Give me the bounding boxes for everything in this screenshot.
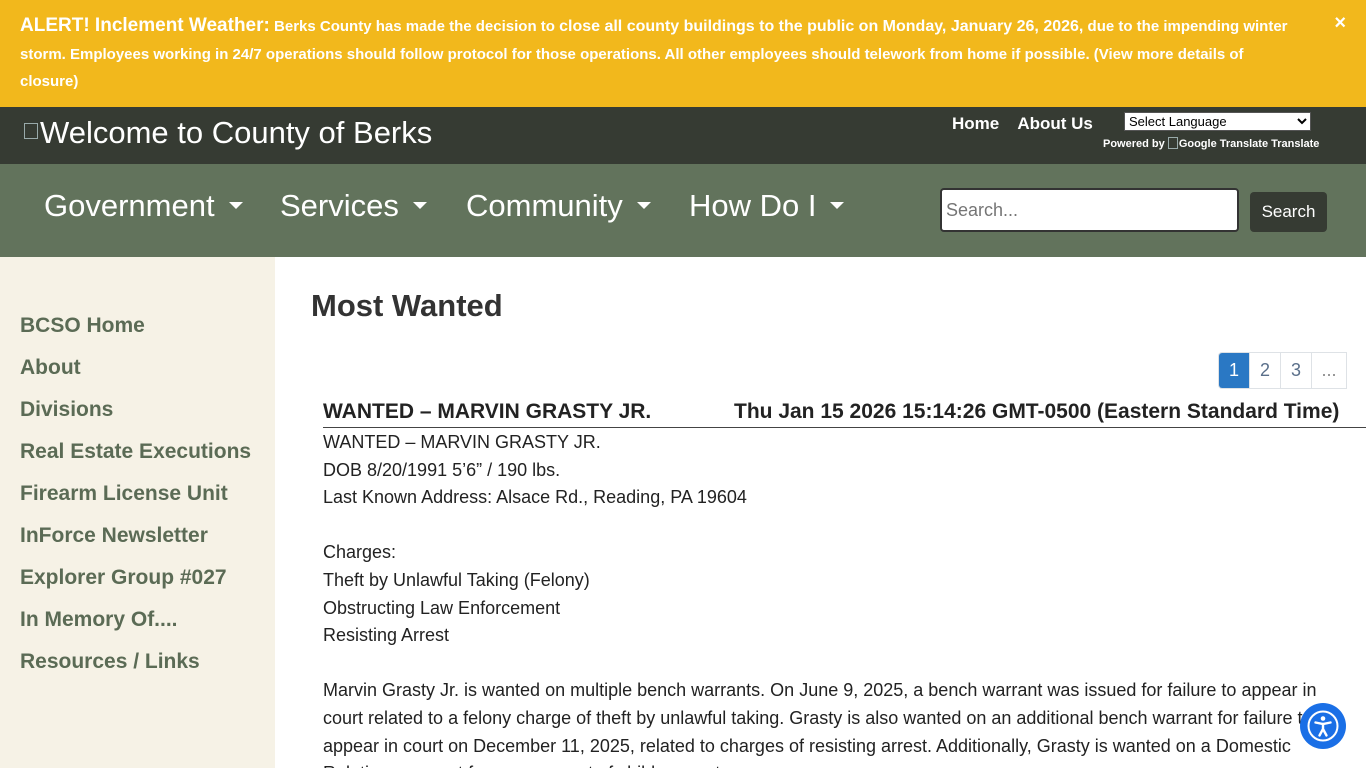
page-button-1[interactable]: 1 [1219,353,1250,388]
nav-item-how-do-i[interactable]: How Do I [689,188,845,224]
language-select[interactable]: Select Language [1124,112,1311,131]
accessibility-button[interactable] [1300,703,1346,749]
google-alt-text: Google Translate [1178,138,1269,150]
sidebar-item-explorer-group[interactable]: Explorer Group #027 [20,566,227,590]
alert-text-part1: Berks County has made the decision to [269,18,560,35]
main-content: Most Wanted 1 2 3 ... WANTED – MARVIN GR… [275,257,1366,768]
post-body: WANTED – MARVIN GRASTY JR. DOB 8/20/1991… [323,429,1353,768]
charges-label: Charges: [323,542,397,563]
logo-alt-text: Welcome to County of Berks [40,115,433,150]
nav-item-community[interactable]: Community [466,188,651,224]
translate-link[interactable]: Translate [1271,138,1319,150]
sidebar-item-divisions[interactable]: Divisions [20,398,113,422]
post-line-dob: DOB 8/20/1991 5’6” / 190 lbs. [323,459,561,480]
sidebar: BCSO Home About Divisions Real Estate Ex… [0,257,275,768]
search-button[interactable]: Search [1250,192,1327,232]
charge-item: Theft by Unlawful Taking (Felony) [323,569,590,590]
charge-item: Resisting Arrest [323,625,450,646]
nav-label: Community [466,188,623,223]
powered-by-google: Powered by Google Translate Translate [1103,137,1319,150]
page-button-2[interactable]: 2 [1250,353,1281,388]
caret-down-icon [636,202,651,209]
close-icon[interactable]: × [1334,12,1346,35]
nav-item-services[interactable]: Services [280,188,427,224]
google-logo-icon [1167,137,1178,149]
sidebar-item-resources-links[interactable]: Resources / Links [20,650,200,674]
sidebar-item-firearm-license-unit[interactable]: Firearm License Unit [20,482,228,506]
post-header: WANTED – MARVIN GRASTY JR. Thu Jan 15 20… [323,398,1366,428]
nav-label: Government [44,188,215,223]
sidebar-item-in-memory-of[interactable]: In Memory Of.... [20,608,178,632]
caret-down-icon [228,202,243,209]
alert-closure-notice: close all county buildings to the public… [559,18,1084,35]
site-logo[interactable]: Welcome to County of Berks [24,115,432,151]
sidebar-item-bcso-home[interactable]: BCSO Home [20,314,145,338]
charge-item: Obstructing Law Enforcement [323,597,561,618]
sidebar-item-inforce-newsletter[interactable]: InForce Newsletter [20,524,208,548]
alert-title: ALERT! Inclement Weather: [20,15,270,36]
post-description: Marvin Grasty Jr. is wanted on multiple … [323,680,1317,768]
post-date: Thu Jan 15 2026 15:14:26 GMT-0500 (Easte… [734,400,1340,423]
page-button-more[interactable]: ... [1312,353,1347,388]
post-title[interactable]: WANTED – MARVIN GRASTY JR. [323,400,651,424]
caret-down-icon [830,202,845,209]
alert-banner: ALERT! Inclement Weather: Berks County h… [0,0,1366,107]
sidebar-item-about[interactable]: About [20,356,81,380]
top-links: Home About Us [952,114,1107,134]
post-line-address: Last Known Address: Alsace Rd., Reading,… [323,487,747,508]
sidebar-item-real-estate-executions[interactable]: Real Estate Executions [20,440,251,464]
nav-label: Services [280,188,399,223]
alert-message: ALERT! Inclement Weather: Berks County h… [20,12,1306,96]
post-line-name: WANTED – MARVIN GRASTY JR. [323,432,601,452]
nav-label: How Do I [689,188,817,223]
search-input[interactable] [940,188,1239,232]
pagination: 1 2 3 ... [1218,352,1347,389]
page-title: Most Wanted [311,288,503,323]
powered-by-label: Powered by [1103,138,1165,150]
top-link-about-us[interactable]: About Us [1017,114,1093,133]
main-nav: Government Services Community How Do I S… [0,164,1366,257]
top-header: Welcome to County of Berks Home About Us… [0,107,1366,164]
accessibility-person-icon [1307,710,1339,742]
broken-image-icon [24,123,38,139]
nav-item-government[interactable]: Government [44,188,243,224]
top-link-home[interactable]: Home [952,114,999,133]
caret-down-icon [412,202,427,209]
page-button-3[interactable]: 3 [1281,353,1312,388]
